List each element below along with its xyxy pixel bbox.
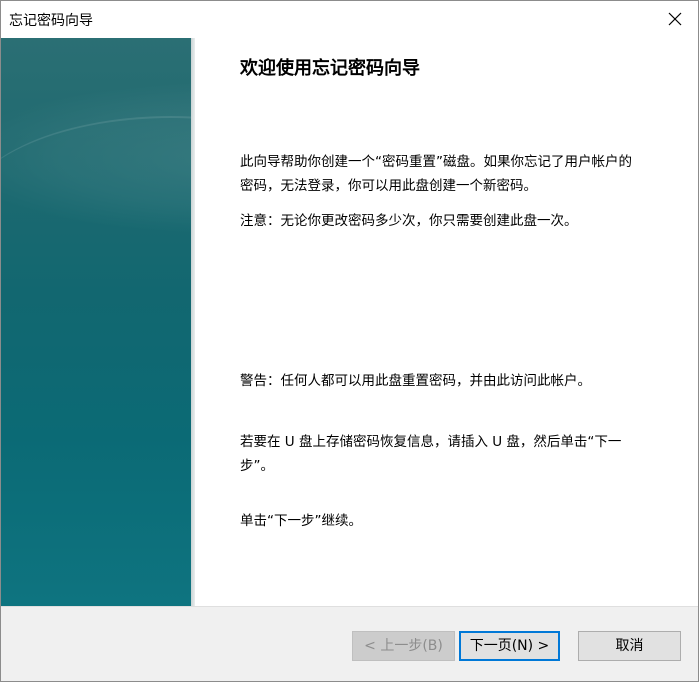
window-title: 忘记密码向导 xyxy=(9,13,93,29)
wizard-side-banner xyxy=(1,38,191,606)
wizard-heading: 欢迎使用忘记密码向导 xyxy=(240,58,420,79)
back-button[interactable]: < 上一步(B) xyxy=(352,631,455,661)
wizard-content: 欢迎使用忘记密码向导 此向导帮助你创建一个“密码重置”磁盘。如果你忘记了用户帐户… xyxy=(195,38,698,606)
close-icon xyxy=(668,12,682,26)
banner-arc-decoration xyxy=(1,116,191,318)
title-bar: 忘记密码向导 xyxy=(1,1,698,37)
continue-instruction-paragraph: 单击“下一步”继续。 xyxy=(240,513,362,529)
next-button[interactable]: 下一页(N) > xyxy=(459,631,560,661)
usb-instruction-paragraph: 若要在 U 盘上存储密码恢复信息，请插入 U 盘，然后单击“下一步”。 xyxy=(240,434,622,474)
button-footer: < 上一步(B) 下一页(N) > 取消 xyxy=(1,606,698,681)
note-paragraph: 注意：无论你更改密码多少次，你只需要创建此盘一次。 xyxy=(240,213,578,229)
warning-paragraph: 警告：任何人都可以用此盘重置密码，并由此访问此帐户。 xyxy=(240,373,591,389)
close-button[interactable] xyxy=(652,1,698,37)
cancel-button[interactable]: 取消 xyxy=(578,631,681,661)
intro-paragraph: 此向导帮助你创建一个“密码重置”磁盘。如果你忘记了用户帐户的密码，无法登录，你可… xyxy=(240,154,632,194)
wizard-window: 忘记密码向导 欢迎使用忘记密码向导 此向导帮助你创建一个“密码重置”磁盘。如果你… xyxy=(0,0,699,682)
